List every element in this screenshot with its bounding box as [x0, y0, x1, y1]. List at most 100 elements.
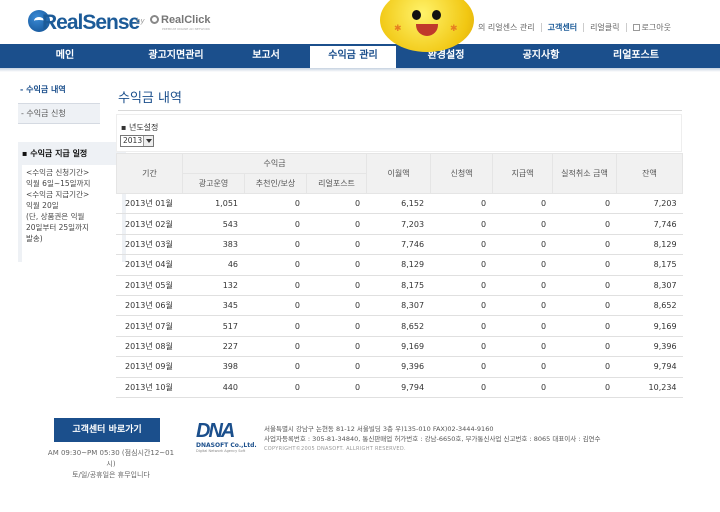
- cell-value: 7,746: [616, 213, 683, 235]
- cell-value: 0: [492, 234, 553, 256]
- th-revenue-group: 수익금: [181, 153, 368, 174]
- cell-value: 1,051: [182, 193, 245, 215]
- site-header: RealSense by RealClick PREMIUM ONLINE AD…: [0, 0, 720, 52]
- nav-tab-realpost[interactable]: 리얼포스트: [586, 44, 686, 68]
- cell-value: 227: [182, 336, 245, 358]
- payment-schedule-body: <수익금 신청기간> 익월 6일~15일까지 <수익금 지급기간> 익월 20일…: [22, 165, 122, 263]
- sidebar: - 수익금 내역 - 수익금 신청: [18, 82, 100, 124]
- sidebar-item-revenue-request[interactable]: - 수익금 신청: [18, 103, 100, 124]
- th-realpost: 리얼포스트: [305, 173, 368, 194]
- cell-period: 2013년 10월: [116, 377, 183, 398]
- utility-links: 의 리얼센스 관리 고객센터 리얼클릭 로그아웃: [472, 20, 677, 34]
- dnasoft-logo-icon: DNA DNASOFT Co.,Ltd. Digital Network Age…: [196, 420, 260, 456]
- cell-value: 9,794: [616, 356, 683, 378]
- mascot-eye-left: [412, 10, 421, 20]
- cell-value: 8,652: [366, 315, 431, 337]
- cell-value: 0: [492, 295, 553, 317]
- logo-by-text: by: [136, 17, 145, 25]
- year-filter-label: ▪ 년도설정: [121, 123, 159, 132]
- year-select[interactable]: 2013: [120, 135, 154, 147]
- cell-value: 8,175: [616, 254, 683, 276]
- cell-value: 0: [552, 234, 617, 256]
- cell-value: 0: [492, 254, 553, 276]
- util-logout[interactable]: 로그아웃: [627, 22, 677, 33]
- cell-value: 0: [552, 377, 617, 398]
- cell-value: 0: [492, 275, 553, 296]
- cell-value: 0: [552, 336, 617, 358]
- th-balance: 잔액: [616, 153, 684, 194]
- cell-value: 8,307: [366, 295, 431, 317]
- cell-period: 2013년 05월: [116, 275, 183, 296]
- realclick-logo-icon[interactable]: RealClick PREMIUM ONLINE AD NETWORK: [150, 14, 211, 34]
- nav-tab-notices[interactable]: 공지사항: [496, 44, 586, 68]
- cell-value: 383: [182, 234, 245, 256]
- th-period: 기간: [116, 153, 183, 194]
- cell-value: 0: [244, 356, 307, 378]
- util-customer-center[interactable]: 고객센터: [542, 22, 583, 33]
- cell-value: 9,396: [616, 336, 683, 358]
- cell-value: 0: [244, 377, 307, 398]
- realclick-mark-icon: [150, 15, 159, 24]
- nav-tab-main[interactable]: 메인: [0, 44, 130, 68]
- th-carryover: 이월액: [366, 153, 432, 194]
- cell-value: 0: [552, 193, 617, 215]
- cell-period: 2013년 02월: [116, 213, 183, 235]
- dnasoft-mark: DNA: [196, 420, 235, 442]
- sidebar-item-revenue-history[interactable]: - 수익금 내역: [18, 82, 100, 97]
- cell-value: 0: [492, 213, 553, 235]
- cell-value: 46: [182, 254, 245, 276]
- footer-copyright: COPYRIGHT©2005 DNASOFT. ALLRIGHT RESERVE…: [264, 446, 406, 452]
- cell-value: 0: [244, 193, 307, 215]
- cell-value: 0: [430, 315, 493, 337]
- logout-label: 로그아웃: [641, 22, 671, 32]
- footer-registration: 사업자등록번호 : 305-81-34840, 통신판매업 허가번호 : 강남-…: [264, 435, 601, 443]
- cell-value: 0: [305, 254, 367, 276]
- cell-period: 2013년 08월: [116, 336, 183, 358]
- th-referral: 추천인/보상: [244, 173, 307, 194]
- util-realclick[interactable]: 리얼클릭: [584, 22, 625, 33]
- cell-period: 2013년 04월: [116, 254, 183, 276]
- year-select-value: 2013: [123, 136, 143, 145]
- title-divider: [118, 110, 682, 111]
- cell-period: 2013년 01월: [116, 193, 183, 215]
- cell-value: 8,129: [366, 254, 431, 276]
- cell-value: 0: [430, 234, 493, 256]
- nav-tab-reports[interactable]: 보고서: [222, 44, 310, 68]
- cell-value: 0: [492, 336, 553, 358]
- cell-value: 7,203: [366, 213, 431, 235]
- realsense-logo-icon[interactable]: RealSense: [28, 6, 140, 36]
- cell-value: 0: [244, 336, 307, 358]
- cell-value: 0: [552, 213, 617, 235]
- util-realsense-manage[interactable]: 의 리얼센스 관리: [472, 22, 541, 33]
- cell-value: 0: [430, 295, 493, 317]
- cell-value: 345: [182, 295, 245, 317]
- select-arrow-icon: [143, 136, 153, 146]
- cell-value: 0: [305, 213, 367, 235]
- cell-value: 0: [305, 315, 367, 337]
- cell-value: 6,152: [366, 193, 431, 215]
- cell-value: 0: [430, 275, 493, 296]
- customer-center-button[interactable]: 고객센터 바로가기: [54, 418, 160, 442]
- logout-box-icon: [632, 23, 640, 31]
- cell-value: 0: [305, 193, 367, 215]
- main-nav: 메인 광고지면관리 보고서 수익금 관리 환경설정 공지사항 리얼포스트: [0, 44, 720, 72]
- cell-value: 9,169: [366, 336, 431, 358]
- cell-value: 0: [244, 315, 307, 337]
- th-paid: 지급액: [492, 153, 554, 194]
- cell-value: 0: [244, 254, 307, 276]
- cell-value: 543: [182, 213, 245, 235]
- table-row: 2013년 08월 227 0 0 9,169 0 0 0 9,396: [116, 336, 683, 358]
- cell-period: 2013년 03월: [116, 234, 183, 256]
- mascot-eye-right: [432, 10, 441, 20]
- logo-text: RealSense: [42, 11, 140, 34]
- cell-value: 0: [552, 275, 617, 296]
- cell-value: 7,203: [616, 193, 683, 215]
- cell-value: 0: [552, 315, 617, 337]
- cell-value: 0: [305, 295, 367, 317]
- cell-value: 0: [305, 336, 367, 358]
- cell-value: 0: [244, 234, 307, 256]
- cell-value: 0: [430, 377, 493, 398]
- nav-tab-ad-space[interactable]: 광고지면관리: [130, 44, 222, 68]
- mascot-smiley-icon: ✱ ✱: [380, 0, 474, 52]
- cell-value: 517: [182, 315, 245, 337]
